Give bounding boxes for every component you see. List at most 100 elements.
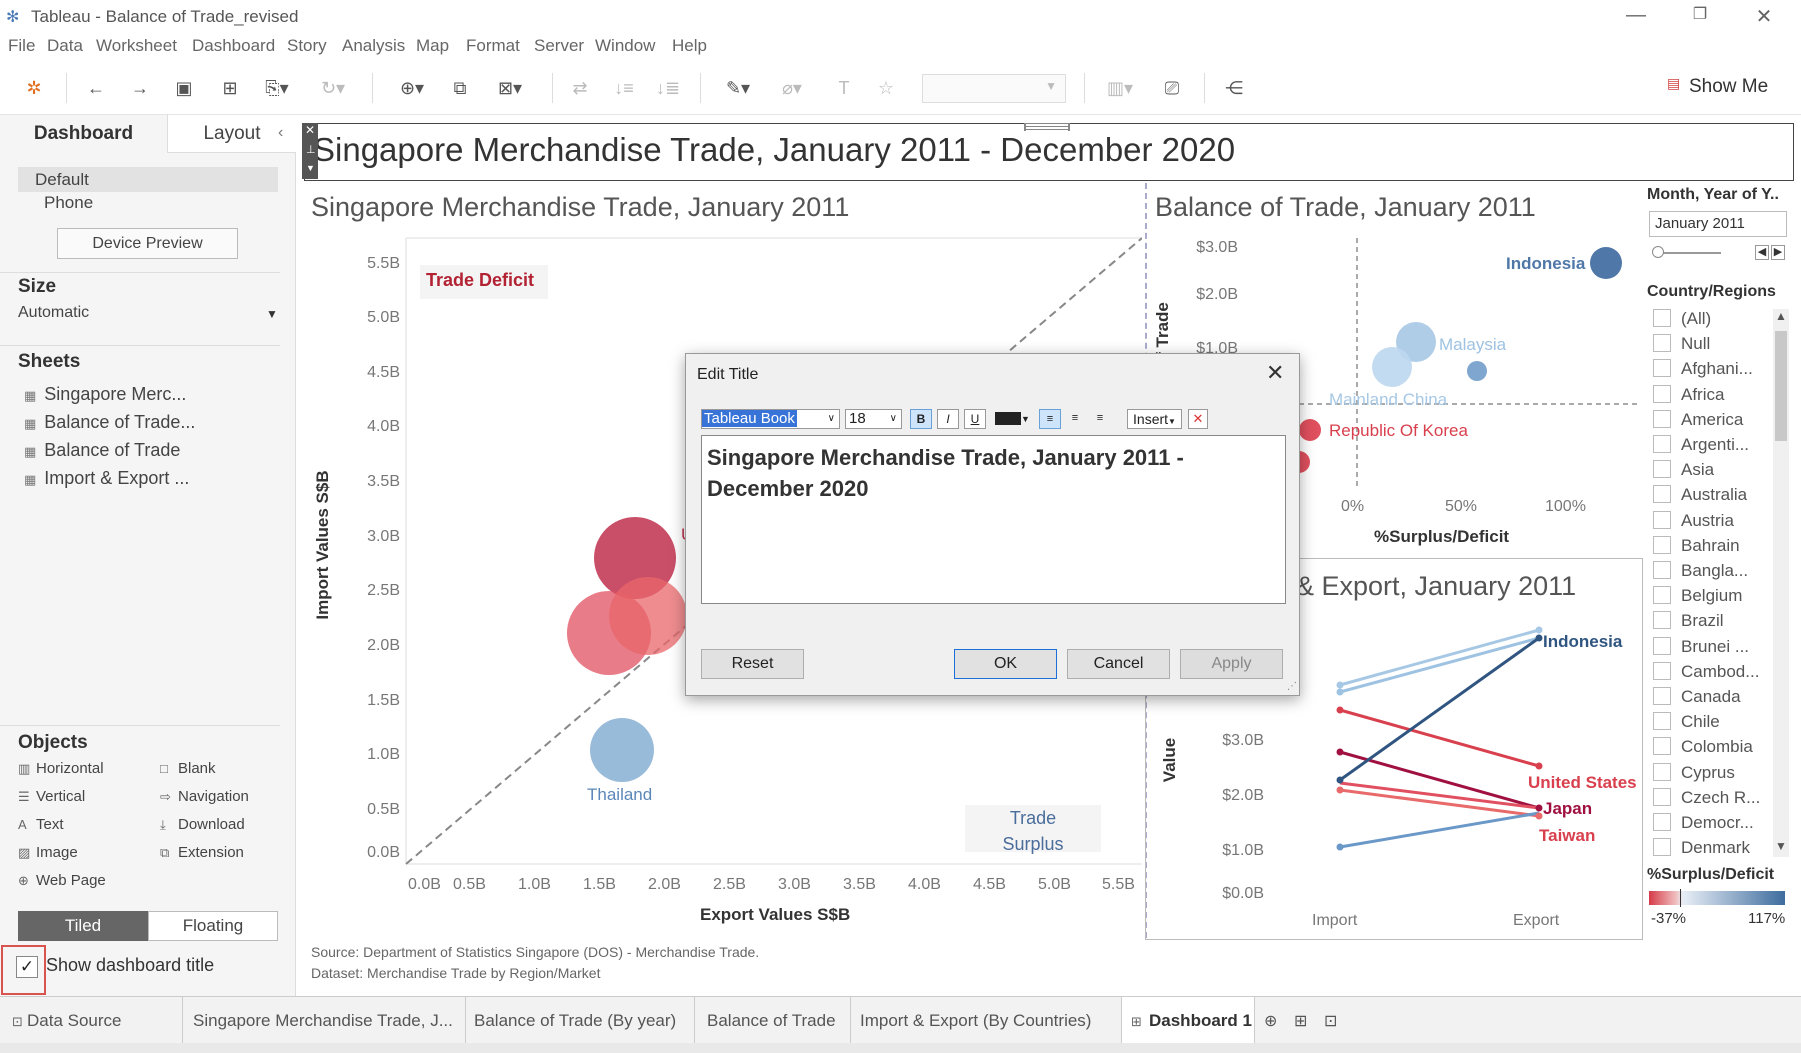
menu-server[interactable]: Server: [534, 36, 584, 56]
object-horizontal[interactable]: ▥ Horizontal: [18, 760, 104, 777]
checkbox[interactable]: [1653, 762, 1671, 781]
country-checkbox-item[interactable]: Canada: [1653, 687, 1741, 707]
align-left-icon[interactable]: ≡: [1039, 409, 1061, 429]
month-slider-handle[interactable]: [1652, 246, 1664, 258]
remove-icon[interactable]: ✕: [305, 123, 315, 137]
month-filter-input[interactable]: January 2011: [1649, 211, 1787, 237]
cancel-button[interactable]: Cancel: [1067, 649, 1170, 679]
country-checkbox-item[interactable]: Colombia: [1653, 737, 1753, 757]
object-webpage[interactable]: ⊕ Web Page: [18, 872, 106, 889]
checkbox[interactable]: [1653, 435, 1671, 453]
checkbox[interactable]: [1653, 787, 1671, 806]
apply-button[interactable]: Apply: [1180, 649, 1283, 679]
menu-data[interactable]: Data: [47, 36, 83, 56]
tableau-home-icon[interactable]: ✲: [22, 75, 46, 101]
sheet-item[interactable]: ▦ Balance of Trade: [24, 440, 180, 461]
scroll-up-icon[interactable]: ▲: [1775, 309, 1787, 323]
device-default[interactable]: Default: [18, 167, 278, 192]
close-window-icon[interactable]: ✕: [1744, 4, 1784, 30]
presentation-icon[interactable]: ⎚: [1160, 75, 1184, 101]
object-vertical[interactable]: ☰ Vertical: [18, 788, 85, 805]
country-checkbox-item[interactable]: Bangla...: [1653, 561, 1748, 581]
checkbox[interactable]: [1653, 485, 1671, 504]
sort-desc-icon[interactable]: ↓≣: [656, 75, 680, 101]
country-checkbox-item[interactable]: Cambod...: [1653, 661, 1759, 682]
scroll-down-icon[interactable]: ▼: [1775, 839, 1787, 853]
font-dropdown[interactable]: Tableau Book ∨: [701, 409, 840, 429]
sheet-item[interactable]: ▦ Singapore Merc...: [24, 384, 186, 405]
pin-icon[interactable]: ☆: [874, 75, 898, 101]
drag-grip-icon[interactable]: [1024, 123, 1070, 131]
checkbox[interactable]: [1653, 813, 1671, 831]
show-me-button[interactable]: Show Me: [1689, 76, 1768, 98]
object-download[interactable]: ⤓ Download: [160, 816, 245, 833]
menu-help[interactable]: Help: [672, 36, 707, 56]
country-checkbox-item[interactable]: Belgium: [1653, 586, 1742, 606]
checkbox[interactable]: [1653, 309, 1671, 327]
country-checkbox-item[interactable]: Chile: [1653, 712, 1720, 732]
floating-button[interactable]: Floating: [148, 911, 278, 941]
country-checkbox-item[interactable]: Austria: [1653, 510, 1734, 531]
new-story-tab-icon[interactable]: ⊡: [1324, 1011, 1337, 1031]
checkbox[interactable]: [1653, 737, 1671, 756]
checkbox[interactable]: [1653, 611, 1671, 630]
menu-window[interactable]: Window: [595, 36, 655, 56]
align-center-icon[interactable]: ≡: [1064, 409, 1086, 429]
object-extension[interactable]: ⧉ Extension: [160, 844, 244, 861]
prev-month-icon[interactable]: ◀: [1755, 245, 1769, 260]
group-icon[interactable]: ⌀▾: [772, 75, 812, 101]
checkbox[interactable]: [1653, 687, 1671, 705]
object-text[interactable]: A Text: [18, 816, 64, 833]
sheet-item[interactable]: ▦ Import & Export ...: [24, 468, 189, 489]
checkbox[interactable]: [1653, 409, 1671, 428]
country-checkbox-item[interactable]: Brunei ...: [1653, 636, 1749, 657]
pin-icon[interactable]: ⊥: [306, 143, 316, 156]
checkbox[interactable]: [1653, 561, 1671, 579]
resize-grip-icon[interactable]: ⋰: [1287, 681, 1297, 692]
size-dropdown[interactable]: 18 ∨: [845, 409, 902, 429]
label-icon[interactable]: T: [832, 75, 856, 101]
new-dashboard-tab-icon[interactable]: ⊞: [1294, 1011, 1307, 1031]
country-checkbox-item[interactable]: Bahrain: [1653, 535, 1740, 556]
menu-file[interactable]: File: [8, 36, 35, 56]
device-preview-button[interactable]: Device Preview: [57, 228, 238, 259]
country-checkbox-item[interactable]: Afghani...: [1653, 359, 1753, 379]
country-checkbox-item[interactable]: America: [1653, 409, 1743, 430]
object-blank[interactable]: □ Blank: [160, 760, 216, 777]
tab-dashboard[interactable]: Dashboard: [0, 115, 167, 153]
menu-map[interactable]: Map: [416, 36, 449, 56]
country-checkbox-item[interactable]: Null: [1653, 334, 1710, 354]
menu-story[interactable]: Story: [287, 36, 327, 56]
show-cards-icon[interactable]: ▥▾: [1100, 75, 1140, 101]
collapse-icon[interactable]: ‹: [278, 124, 283, 142]
country-checkbox-item[interactable]: Czech R...: [1653, 787, 1760, 808]
checkbox[interactable]: [1653, 838, 1671, 857]
tab-sheet[interactable]: Balance of Trade: [707, 1011, 836, 1031]
tab-sheet[interactable]: Singapore Merchandise Trade, J...: [193, 1011, 453, 1031]
reset-button[interactable]: Reset: [701, 649, 804, 679]
color-picker[interactable]: ▼: [995, 409, 1033, 429]
tab-sheet[interactable]: Import & Export (By Countries): [860, 1011, 1091, 1031]
month-slider-track[interactable]: [1661, 252, 1721, 254]
align-right-icon[interactable]: ≡: [1089, 409, 1111, 429]
underline-icon[interactable]: U: [964, 409, 986, 429]
minimize-icon[interactable]: —: [1616, 4, 1656, 30]
new-worksheet-tab-icon[interactable]: ⊕: [1264, 1011, 1277, 1031]
size-dropdown[interactable]: Automatic: [18, 304, 89, 322]
object-image[interactable]: ▨ Image: [18, 844, 78, 861]
country-checkbox-item[interactable]: Brazil: [1653, 611, 1724, 631]
country-checkbox-item[interactable]: Asia: [1653, 460, 1714, 480]
country-checkbox-item[interactable]: (All): [1653, 309, 1711, 329]
country-checkbox-item[interactable]: Democr...: [1653, 813, 1754, 833]
duplicate-icon[interactable]: ⧉: [448, 75, 472, 101]
restore-icon[interactable]: ❐: [1680, 4, 1720, 30]
menu-analysis[interactable]: Analysis: [342, 36, 405, 56]
country-checkbox-item[interactable]: Argenti...: [1653, 435, 1749, 455]
country-checkbox-item[interactable]: Cyprus: [1653, 762, 1735, 783]
highlight-icon[interactable]: ✎▾: [718, 75, 758, 101]
pause-updates-icon[interactable]: ⎘▾: [262, 75, 292, 101]
checkbox[interactable]: [1653, 535, 1671, 554]
undo-icon[interactable]: ←: [84, 75, 108, 101]
refresh-icon[interactable]: ↻▾: [318, 75, 348, 101]
size-chevron-down-icon[interactable]: ▼: [266, 307, 278, 321]
